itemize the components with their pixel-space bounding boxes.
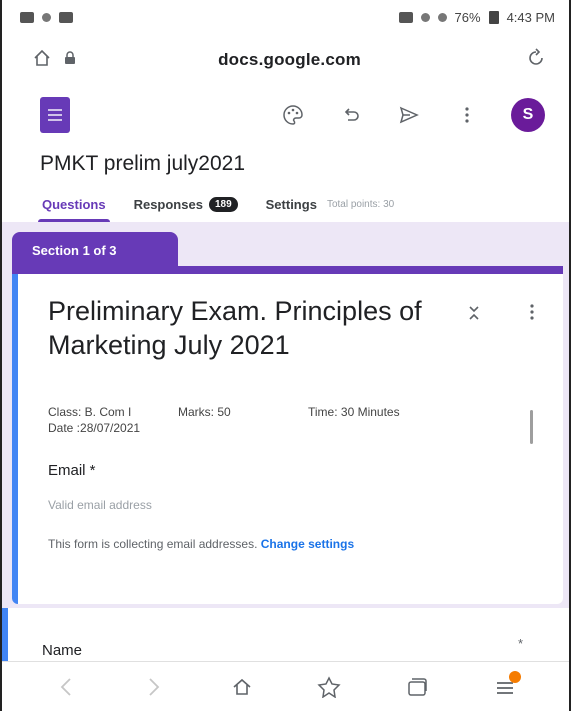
form-title[interactable]: PMKT prelim july2021 bbox=[40, 152, 245, 176]
app-notification-icon bbox=[42, 12, 51, 22]
browser-bottom-nav bbox=[2, 661, 569, 711]
gallery-notification-icon bbox=[20, 11, 34, 23]
menu-icon[interactable] bbox=[487, 669, 523, 705]
tab-settings[interactable]: Settings bbox=[266, 186, 317, 222]
signal-icon bbox=[437, 12, 447, 22]
google-forms-logo-icon[interactable] bbox=[40, 97, 70, 133]
back-icon[interactable] bbox=[48, 669, 84, 705]
section-more-icon[interactable] bbox=[529, 302, 535, 327]
home-nav-icon[interactable] bbox=[224, 669, 260, 705]
collection-note-text: This form is collecting email addresses. bbox=[48, 537, 258, 551]
form-editor-area: Section 1 of 3 Preliminary Exam. Princip… bbox=[2, 222, 569, 688]
lock-icon[interactable] bbox=[64, 50, 76, 70]
tab-questions[interactable]: Questions bbox=[38, 186, 110, 222]
tab-responses[interactable]: Responses 189 bbox=[134, 186, 238, 222]
collapse-icon[interactable] bbox=[467, 304, 481, 327]
email-field: Valid email address bbox=[48, 498, 152, 512]
section-title[interactable]: Preliminary Exam. Principles of Marketin… bbox=[48, 294, 428, 362]
send-icon[interactable] bbox=[395, 101, 423, 129]
battery-icon bbox=[488, 10, 499, 24]
required-indicator: * bbox=[517, 636, 523, 651]
battery-percent: 76% bbox=[454, 9, 481, 25]
responses-count-badge: 189 bbox=[208, 196, 238, 212]
menu-notification-dot bbox=[509, 670, 522, 683]
url-text[interactable]: docs.google.com bbox=[218, 50, 361, 70]
time-info: Time: 30 Minutes bbox=[308, 405, 400, 419]
wifi-icon bbox=[420, 12, 430, 22]
sim-icon bbox=[398, 11, 413, 23]
tab-responses-label: Responses bbox=[133, 196, 203, 212]
question-title[interactable]: Name bbox=[42, 642, 82, 659]
tabs-icon[interactable] bbox=[399, 669, 435, 705]
tab-settings-label: Settings bbox=[265, 196, 317, 212]
total-points: Total points: 30 bbox=[326, 198, 395, 210]
change-settings-link[interactable]: Change settings bbox=[261, 537, 354, 551]
date-info: Date :28/07/2021 bbox=[48, 421, 141, 435]
forms-toolbar: S bbox=[2, 86, 569, 144]
status-bar: 76% 4:43 PM bbox=[2, 0, 569, 34]
more-options-icon[interactable] bbox=[453, 101, 481, 129]
section-description[interactable]: Class: B. Com I Marks: 50 Time: 30 Minut… bbox=[48, 404, 523, 436]
tab-questions-label: Questions bbox=[42, 196, 106, 212]
text-scroll-indicator bbox=[530, 410, 533, 444]
home-icon[interactable] bbox=[32, 48, 52, 73]
section-header-bar bbox=[12, 266, 563, 274]
refresh-icon[interactable] bbox=[525, 47, 547, 74]
undo-icon[interactable] bbox=[337, 101, 365, 129]
browser-url-bar: docs.google.com bbox=[2, 34, 569, 86]
section-indicator: Section 1 of 3 bbox=[12, 232, 178, 268]
form-tabs: Questions Responses 189 Settings Total p… bbox=[2, 186, 569, 222]
status-indicators: 76% 4:43 PM bbox=[398, 9, 555, 25]
phone-screen: 76% 4:43 PM docs.google.com S PMKT preli… bbox=[0, 0, 571, 711]
email-collection-note: This form is collecting email addresses.… bbox=[48, 536, 518, 553]
account-avatar[interactable]: S bbox=[511, 98, 545, 132]
forward-icon[interactable] bbox=[136, 669, 172, 705]
class-info: Class: B. Com I bbox=[48, 405, 132, 419]
section-card[interactable]: Preliminary Exam. Principles of Marketin… bbox=[12, 274, 563, 604]
status-notifications bbox=[20, 11, 73, 23]
bookmark-star-icon[interactable] bbox=[311, 669, 347, 705]
email-label: Email * bbox=[48, 462, 96, 479]
marks-info: Marks: 50 bbox=[178, 405, 231, 419]
customize-theme-icon[interactable] bbox=[279, 101, 307, 129]
status-time: 4:43 PM bbox=[506, 9, 555, 25]
message-notification-icon bbox=[59, 11, 73, 23]
